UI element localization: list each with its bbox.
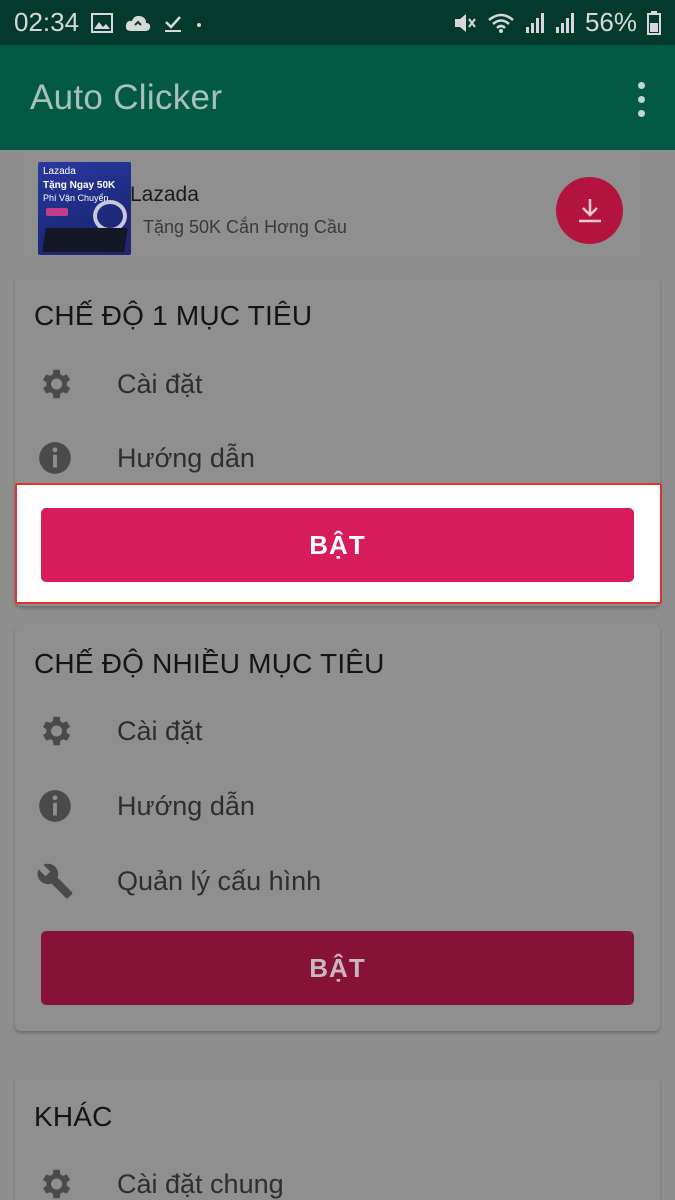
battery-percent: 56% [584, 7, 637, 37]
multi-mode-config-row[interactable]: Quản lý cấu hình [35, 861, 321, 901]
general-settings-row[interactable]: Cài đặt chung [35, 1164, 284, 1200]
gear-icon [35, 1164, 75, 1200]
gear-icon [35, 364, 75, 404]
single-mode-guide-label: Hướng dẫn [117, 442, 255, 473]
multi-mode-settings-row[interactable]: Cài đặt [35, 711, 203, 751]
general-settings-label: Cài đặt chung [117, 1168, 284, 1199]
mute-icon [453, 12, 477, 34]
ad-banner[interactable]: Lazada Tặng Ngay 50K Phí Vận Chuyển Laza… [20, 150, 640, 260]
single-mode-settings-row[interactable]: Cài đặt [35, 364, 203, 404]
wrench-icon [35, 861, 75, 901]
app-title: Auto Clicker [30, 77, 223, 117]
battery-icon [647, 10, 661, 35]
status-bar: 02:34 56% [0, 0, 675, 45]
app-bar: Auto Clicker [0, 45, 675, 150]
status-time: 02:34 [14, 7, 80, 37]
ad-thumbnail: Lazada Tặng Ngay 50K Phí Vận Chuyển [38, 162, 131, 255]
other-card: KHÁC Cài đặt chung [15, 1077, 660, 1200]
gallery-icon [91, 12, 114, 33]
other-title: KHÁC [34, 1101, 113, 1132]
download-icon[interactable] [556, 177, 623, 244]
signal-icon [525, 12, 545, 34]
single-mode-guide-row[interactable]: Hướng dẫn [35, 438, 255, 478]
notification-dot-icon [195, 13, 203, 33]
ad-thumb-cta-shape [46, 208, 68, 216]
info-icon [35, 786, 75, 826]
multi-mode-guide-row[interactable]: Hướng dẫn [35, 786, 255, 826]
multi-mode-on-button[interactable]: BẬT [41, 931, 634, 1005]
download-done-icon [163, 13, 183, 33]
ad-thumb-line1: Tặng Ngay 50K [43, 180, 116, 191]
ad-brand: Lazada [130, 183, 199, 206]
gear-icon [35, 711, 75, 751]
ad-thumb-logo: Lazada [43, 166, 76, 177]
single-mode-on-button[interactable]: BẬT [41, 508, 634, 582]
single-mode-settings-label: Cài đặt [117, 368, 203, 399]
more-vert-icon[interactable] [638, 82, 645, 117]
multi-mode-card: CHẾ ĐỘ NHIỀU MỤC TIÊU Cài đặt Hướng dẫn … [15, 624, 660, 1031]
multi-mode-title: CHẾ ĐỘ NHIỀU MỤC TIÊU [34, 648, 385, 679]
cloud-sync-icon [125, 13, 151, 33]
info-icon [35, 438, 75, 478]
signal-icon-2 [555, 12, 575, 34]
ad-subtitle: Tặng 50K Cắn Hơng Cầu [143, 217, 347, 237]
single-mode-title: CHẾ ĐỘ 1 MỤC TIÊU [34, 300, 313, 331]
multi-mode-guide-label: Hướng dẫn [117, 790, 255, 821]
multi-mode-config-label: Quản lý cấu hình [117, 865, 322, 896]
ad-thumb-keyboard-shape [42, 228, 128, 252]
wifi-icon [487, 12, 515, 34]
multi-mode-settings-label: Cài đặt [117, 715, 203, 746]
